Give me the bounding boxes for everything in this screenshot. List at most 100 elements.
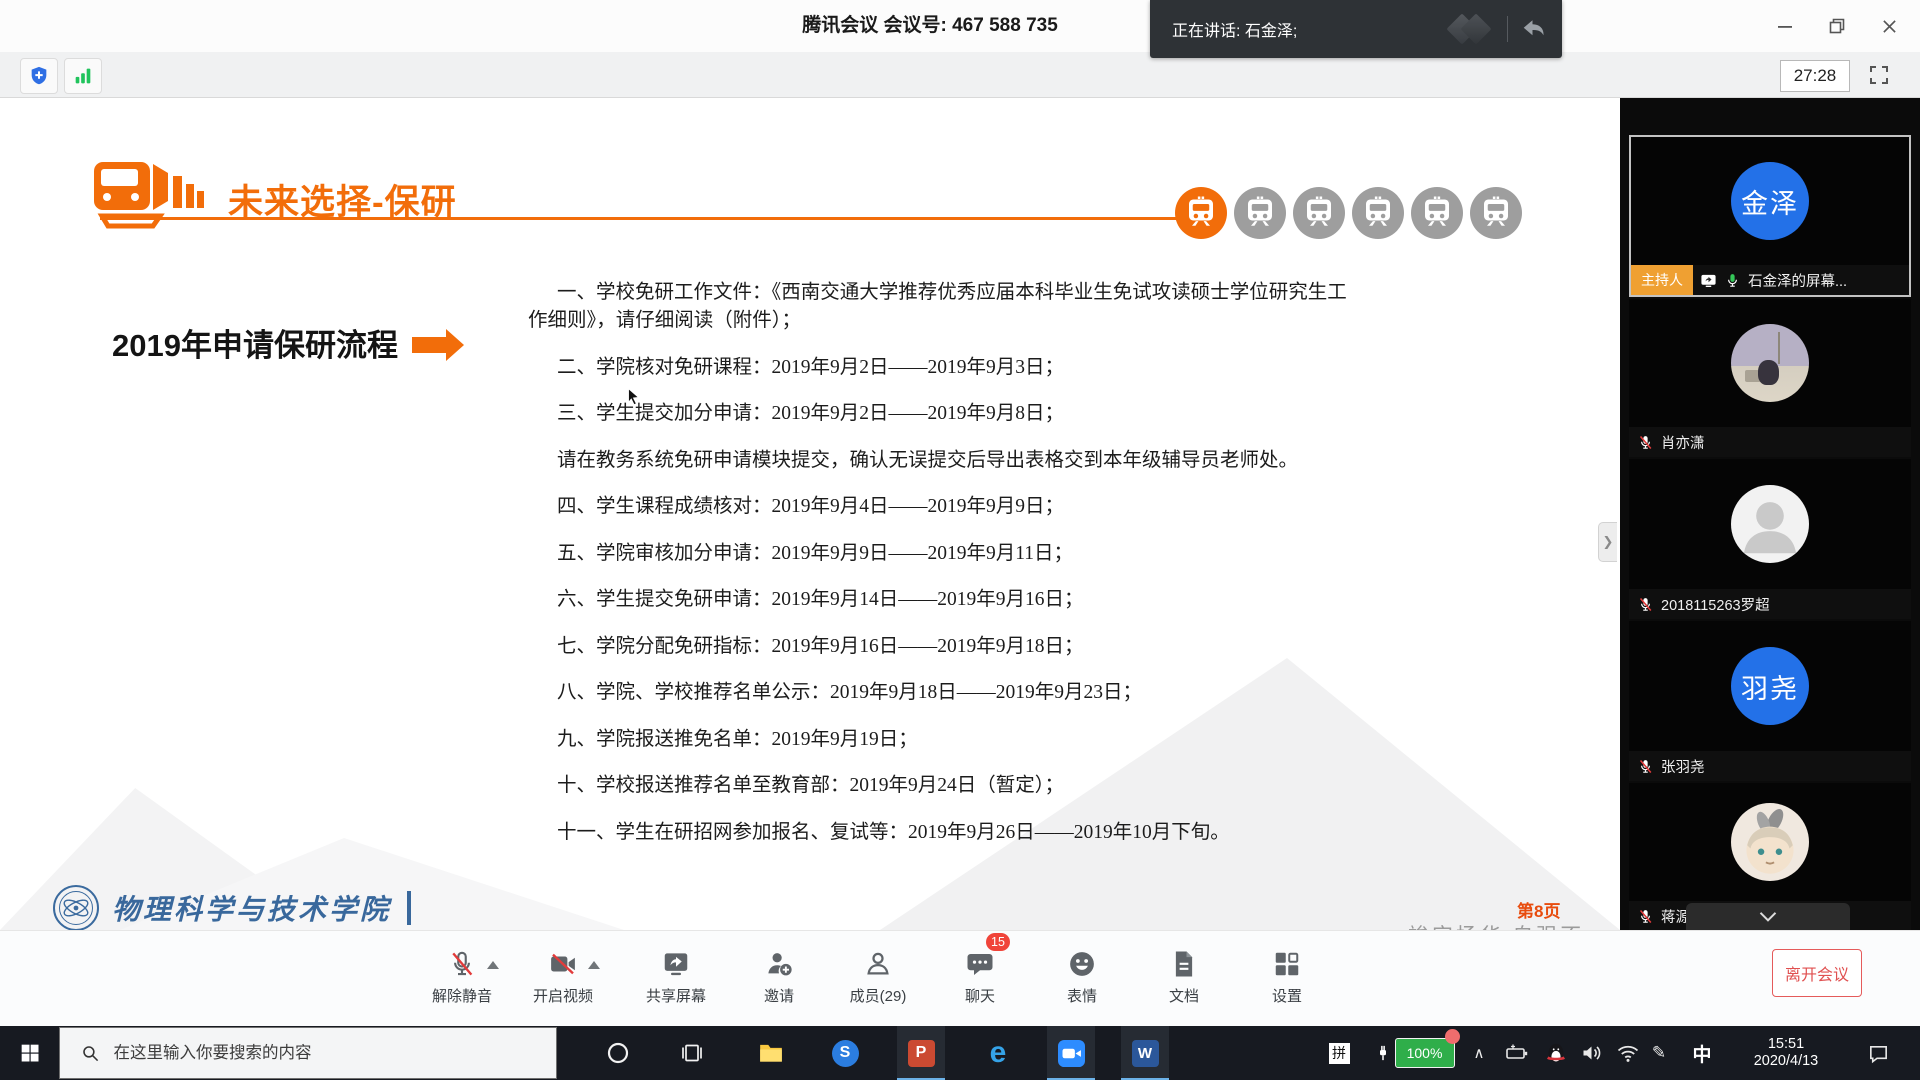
collapse-videos-button[interactable] <box>1686 903 1850 930</box>
participant-tile[interactable]: 2018115263罗超 <box>1629 459 1911 619</box>
participant-tile[interactable]: 羽尧 张羽尧 <box>1629 621 1911 781</box>
shield-icon[interactable] <box>20 58 58 94</box>
start-video-button[interactable]: 开启视频 <box>513 941 613 1021</box>
fullscreen-icon[interactable] <box>1864 61 1894 89</box>
participants-sidebar: 金泽 主持人 石金泽的屏幕... 肖 <box>1620 98 1920 930</box>
search-input[interactable] <box>112 1043 536 1064</box>
battery-icon <box>1505 1041 1529 1065</box>
pen-tray-icon[interactable]: ✎ <box>1645 1026 1673 1080</box>
leave-meeting-button[interactable]: 离开会议 <box>1772 949 1862 997</box>
tray-expand-button[interactable]: ∧ <box>1468 1026 1490 1080</box>
meeting-statusbar: 27:28 <box>0 52 1920 98</box>
settings-icon <box>1237 941 1337 979</box>
chat-unread-badge: 15 <box>986 933 1010 951</box>
network-signal-icon[interactable] <box>64 58 102 94</box>
task-view-icon <box>680 1041 704 1065</box>
mic-muted-icon <box>1637 908 1654 925</box>
edge-button[interactable]: e <box>974 1026 1022 1080</box>
avatar <box>1731 324 1809 402</box>
powerpoint-button[interactable]: P <box>897 1026 945 1080</box>
train-icon <box>1234 187 1286 239</box>
speaking-text: 正在讲话: 石金泽; <box>1150 17 1449 41</box>
cortana-button[interactable] <box>594 1026 642 1080</box>
meeting-app-icon <box>1058 1040 1085 1067</box>
restore-icon[interactable] <box>1828 17 1846 35</box>
invite-button[interactable]: 邀请 <box>729 941 829 1021</box>
camera-options-arrow[interactable] <box>588 961 600 969</box>
unmute-button[interactable]: 解除静音 <box>412 941 512 1021</box>
start-icon <box>20 1043 40 1063</box>
progress-train-row <box>1175 187 1522 239</box>
wifi-tray-icon[interactable] <box>1613 1026 1643 1080</box>
participant-name: 张羽尧 <box>1661 756 1705 777</box>
mic-muted-icon <box>1637 434 1654 451</box>
wifi-icon <box>1616 1041 1640 1065</box>
close-icon[interactable] <box>1880 17 1898 35</box>
chevron-right-icon: ❯ <box>1603 534 1614 550</box>
taskbar-search[interactable] <box>59 1027 557 1079</box>
department-name: 物理科学与技术学院 <box>112 888 391 928</box>
invite-icon <box>729 941 829 979</box>
mic-muted-icon <box>1637 596 1654 613</box>
divider <box>407 891 411 925</box>
train-icon <box>1470 187 1522 239</box>
minimize-icon[interactable] <box>1776 17 1794 35</box>
word-button[interactable]: W <box>1121 1026 1169 1080</box>
mic-active-icon <box>1724 272 1741 289</box>
meeting-toolbar: 解除静音 开启视频 共享屏幕 邀请 成员(29) <box>0 930 1920 1026</box>
ime-pinyin-indicator[interactable]: 拼 <box>1325 1026 1353 1080</box>
speaker-icon <box>1580 1041 1604 1065</box>
docs-icon <box>1134 941 1234 979</box>
participant-tile[interactable]: 肖亦潇 <box>1629 299 1911 457</box>
members-button[interactable]: 成员(29) <box>828 941 928 1021</box>
participant-tile-host[interactable]: 金泽 主持人 石金泽的屏幕... <box>1629 135 1911 297</box>
slide-line: 四、学生课程成绩核对：2019年9月4日——2019年9月9日； <box>528 493 1418 521</box>
train-icon <box>1175 187 1227 239</box>
mic-muted-icon <box>1637 758 1654 775</box>
ime-lang-indicator[interactable]: 中 <box>1684 1026 1720 1080</box>
windows-taskbar: S P e W 拼 100% ∧ <box>0 1026 1920 1080</box>
avatar: 金泽 <box>1731 162 1809 240</box>
meeting-app-button[interactable] <box>1047 1026 1095 1080</box>
participant-name: 2018115263罗超 <box>1661 594 1770 615</box>
share-screen-button[interactable]: 共享屏幕 <box>626 941 726 1021</box>
sogou-icon: S <box>832 1040 859 1067</box>
slide-line: 七、学院分配免研指标：2019年9月16日——2019年9月18日； <box>528 633 1418 661</box>
start-button[interactable] <box>6 1026 54 1080</box>
settings-button[interactable]: 设置 <box>1237 941 1337 1021</box>
taskbar-clock[interactable]: 15:51 2020/4/13 <box>1730 1026 1842 1080</box>
battery-percent: 100% <box>1395 1038 1455 1068</box>
chevron-down-icon <box>1758 910 1778 924</box>
action-center-button[interactable] <box>1858 1026 1898 1080</box>
docs-button[interactable]: 文档 <box>1134 941 1234 1021</box>
meeting-timer: 27:28 <box>1780 60 1850 92</box>
slide-line: 请在教务系统免研申请模块提交，确认无误提交后导出表格交到本年级辅导员老师处。 <box>528 447 1418 475</box>
screen-share-icon <box>1700 272 1717 289</box>
slide-line: 作细则》，请仔细阅读（附件）； <box>528 307 1418 335</box>
task-view-button[interactable] <box>668 1026 716 1080</box>
slide-line: 一、学校免研工作文件：《西南交通大学推荐优秀应届本科毕业生免试攻读硕士学位研究生… <box>528 279 1418 307</box>
notification-dot <box>1445 1029 1460 1044</box>
cortana-icon <box>606 1041 630 1065</box>
school-motto: 竢实扬华 自强不息 <box>1408 920 1598 930</box>
participant-name: 肖亦潇 <box>1661 432 1705 453</box>
reply-arrow-icon[interactable] <box>1520 14 1550 44</box>
train-icon <box>1411 187 1463 239</box>
train-logo-icon <box>92 160 222 234</box>
battery-100-indicator[interactable]: 100% <box>1366 1026 1462 1080</box>
sidebar-expand-handle[interactable]: ❯ <box>1598 522 1617 562</box>
emoji-button[interactable]: 表情 <box>1032 941 1132 1021</box>
meeting-title: 腾讯会议 会议号: 467 588 735 <box>0 0 1860 52</box>
action-center-icon <box>1867 1042 1890 1065</box>
chevron-up-icon: ∧ <box>1474 1044 1485 1062</box>
qq-tray-icon[interactable] <box>1541 1026 1571 1080</box>
sogou-button[interactable]: S <box>821 1026 869 1080</box>
slide-line: 十、学校报送推荐名单至教育部：2019年9月24日（暂定）； <box>528 772 1418 800</box>
pen-icon: ✎ <box>1652 1043 1666 1063</box>
battery-tray-icon[interactable] <box>1502 1026 1532 1080</box>
file-explorer-button[interactable] <box>747 1026 795 1080</box>
participant-name: 石金泽的屏幕... <box>1748 270 1847 291</box>
chat-button[interactable]: 15 聊天 <box>930 941 1030 1021</box>
volume-tray-icon[interactable] <box>1577 1026 1607 1080</box>
mic-options-arrow[interactable] <box>487 961 499 969</box>
